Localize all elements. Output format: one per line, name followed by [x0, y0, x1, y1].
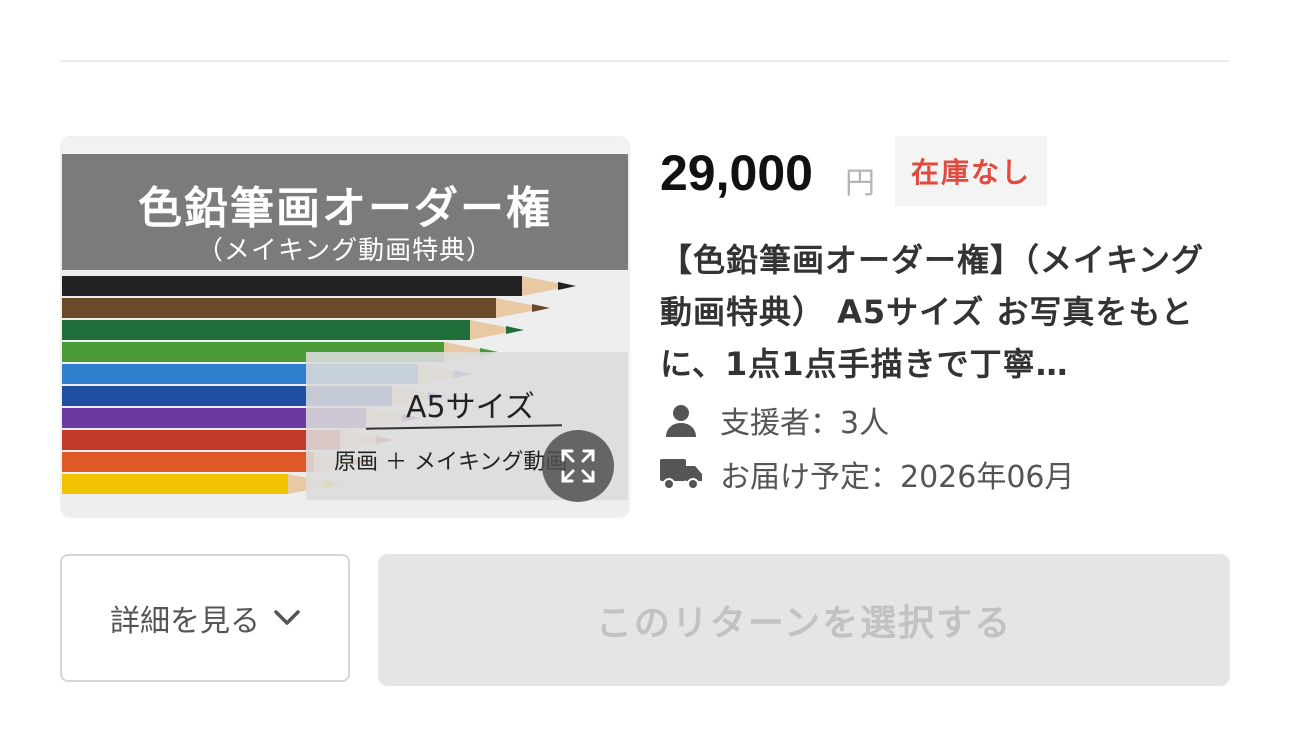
- select-reward-label: このリターンを選択する: [595, 603, 1013, 644]
- thumbnail-banner: 色鉛筆画オーダー権 （メイキング動画特典）: [62, 154, 628, 270]
- expand-icon: [561, 449, 595, 483]
- thumbnail-subtitle: （メイキング動画特典）: [196, 236, 494, 266]
- expand-image-button[interactable]: [542, 430, 614, 502]
- pencil: [62, 298, 550, 318]
- delivery-date: お届け予定：2026年06月: [720, 460, 1075, 495]
- reward-thumbnail[interactable]: 色鉛筆画オーダー権 （メイキング動画特典） A5サイズ 原画 ＋ メイキング動画: [62, 138, 628, 516]
- truck-icon: [660, 453, 702, 495]
- currency-label: 円: [845, 166, 875, 201]
- select-reward-button[interactable]: このリターンを選択する: [378, 554, 1230, 686]
- thumbnail-title: 色鉛筆画オーダー権: [138, 183, 552, 234]
- pencil: [62, 320, 524, 340]
- view-details-button[interactable]: 詳細を見る: [60, 554, 350, 682]
- pencil: [62, 276, 576, 296]
- overlay-caption: 原画 ＋ メイキング動画: [334, 450, 568, 475]
- stock-status-badge: 在庫なし: [895, 136, 1047, 206]
- delivery-row: お届け予定：2026年06月: [660, 450, 1075, 498]
- pencil: [62, 474, 342, 494]
- overlay-size-label: A5サイズ: [406, 390, 535, 425]
- chevron-down-icon: [274, 610, 300, 625]
- supporters-count: 支援者：3人: [720, 406, 890, 441]
- reward-title: 【色鉛筆画オーダー権】（メイキング動画特典） A5サイズ お写真をもとに、1点1…: [660, 241, 1205, 383]
- person-icon: [660, 399, 702, 441]
- reward-price: 29,000: [660, 145, 813, 201]
- overlay-underline: [365, 424, 563, 430]
- view-details-label: 詳細を見る: [110, 604, 260, 639]
- supporters-row: 支援者：3人: [660, 396, 889, 444]
- top-divider: [60, 60, 1230, 62]
